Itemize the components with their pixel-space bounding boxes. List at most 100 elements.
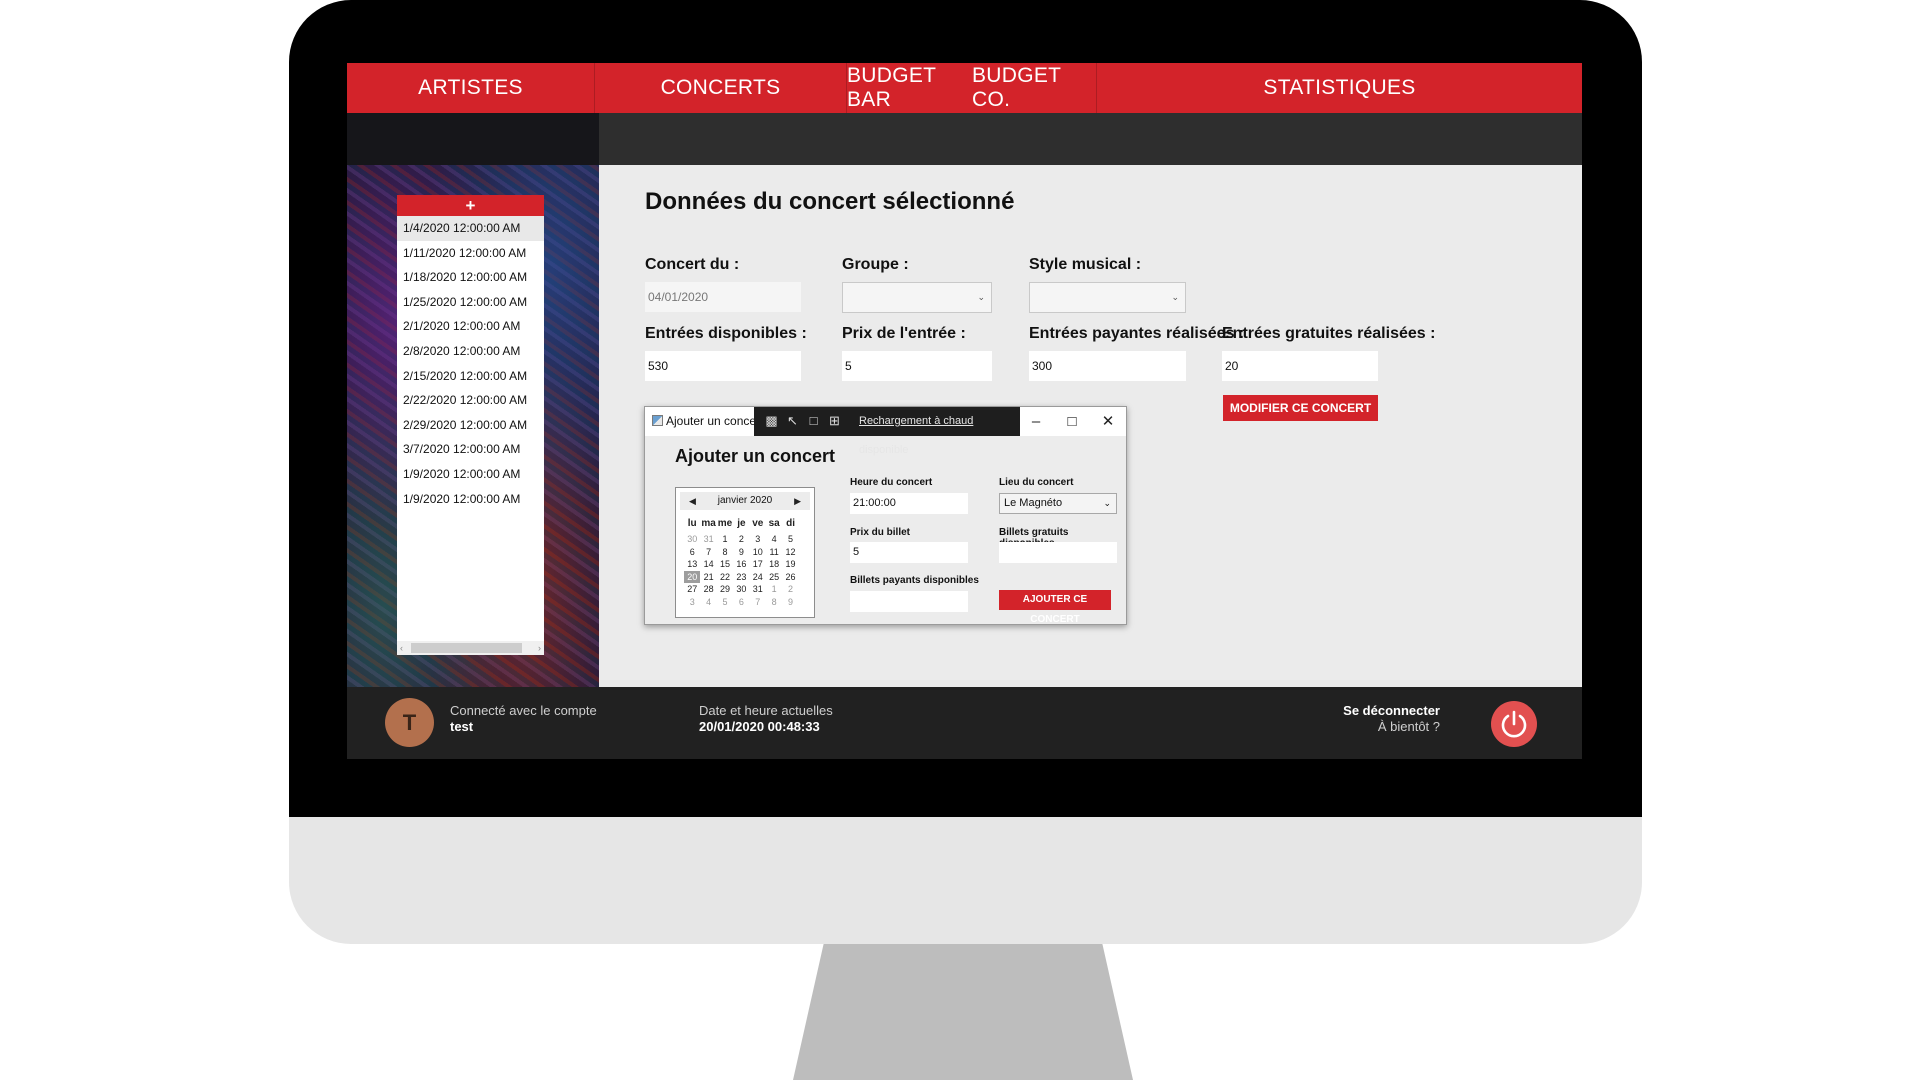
calendar-day[interactable]: 12: [782, 546, 798, 559]
calendar-day[interactable]: 11: [766, 546, 782, 559]
logout-button[interactable]: [1491, 701, 1537, 747]
nav-budget-bar[interactable]: BUDGET BAR: [847, 63, 972, 113]
ajouter-concert-button[interactable]: AJOUTER CE CONCERT: [999, 590, 1111, 625]
nav-statistiques[interactable]: STATISTIQUES: [1097, 63, 1582, 113]
track-focus-icon[interactable]: ⊞: [827, 413, 842, 428]
nav-artistes[interactable]: ARTISTES: [347, 63, 595, 113]
chevron-down-icon: ⌄: [1171, 292, 1179, 302]
lieu-concert-select[interactable]: Le Magnéto ⌄: [999, 493, 1117, 514]
calendar-day[interactable]: 5: [782, 533, 798, 546]
heure-concert-field[interactable]: 21:00:00: [850, 493, 968, 514]
list-item[interactable]: 1/18/2020 12:00:00 AM: [397, 265, 544, 290]
list-item[interactable]: 2/1/2020 12:00:00 AM: [397, 314, 544, 339]
calendar-day[interactable]: 25: [766, 571, 782, 584]
calendar-day[interactable]: 2: [782, 583, 798, 596]
calendar-day[interactable]: 6: [684, 546, 700, 559]
modifier-concert-button[interactable]: MODIFIER CE CONCERT: [1223, 395, 1378, 421]
calendar-day[interactable]: 24: [750, 571, 766, 584]
list-item[interactable]: 1/4/2020 12:00:00 AM: [397, 216, 544, 241]
calendar-day[interactable]: 9: [782, 596, 798, 609]
entrees-payantes-field[interactable]: 300: [1029, 351, 1186, 381]
groupe-select[interactable]: ⌄: [842, 282, 992, 313]
style-musical-select[interactable]: ⌄: [1029, 282, 1186, 313]
close-icon[interactable]: ✕: [1090, 407, 1126, 436]
calendar-day[interactable]: 1: [717, 533, 733, 546]
live-visual-tree-icon[interactable]: ▩: [764, 413, 779, 428]
entrees-disponibles-label: Entrées disponibles :: [645, 325, 807, 342]
calendar-day[interactable]: 8: [717, 546, 733, 559]
calendar-day[interactable]: 14: [700, 558, 716, 571]
calendar-day[interactable]: 27: [684, 583, 700, 596]
billets-gratuits-field[interactable]: [999, 542, 1117, 563]
calendar-day[interactable]: 2: [733, 533, 749, 546]
hot-reload-suffix: disponible: [859, 444, 909, 456]
list-item[interactable]: 1/25/2020 12:00:00 AM: [397, 290, 544, 315]
list-item[interactable]: 2/8/2020 12:00:00 AM: [397, 339, 544, 364]
list-item[interactable]: 2/22/2020 12:00:00 AM: [397, 388, 544, 413]
dialog-titlebar[interactable]: Ajouter un concert ▩ ↖ □ ⊞ Rechargement …: [645, 407, 1126, 456]
entrees-disponibles-field[interactable]: 530: [645, 351, 801, 381]
next-month-icon[interactable]: ▶: [794, 492, 801, 510]
list-item[interactable]: 1/11/2020 12:00:00 AM: [397, 241, 544, 266]
calendar-day[interactable]: 31: [700, 533, 716, 546]
nav-budget-co[interactable]: BUDGET CO.: [972, 63, 1097, 113]
logout-label[interactable]: Se déconnecter: [1328, 703, 1440, 718]
calendar-day-selected[interactable]: 20: [684, 570, 701, 583]
calendar-day[interactable]: 4: [766, 533, 782, 546]
calendar-day[interactable]: 3: [684, 596, 700, 609]
hot-reload-link[interactable]: Rechargement à chaud: [859, 415, 973, 427]
list-item[interactable]: 3/7/2020 12:00:00 AM: [397, 437, 544, 462]
calendar-day[interactable]: 4: [700, 596, 716, 609]
calendar-day[interactable]: 18: [766, 558, 782, 571]
scroll-left-icon[interactable]: ‹: [400, 641, 403, 655]
nav-concerts[interactable]: CONCERTS: [595, 63, 847, 113]
horizontal-scrollbar[interactable]: ‹ ›: [397, 641, 544, 655]
lieu-concert-value: Le Magnéto: [1004, 497, 1063, 509]
list-item[interactable]: 2/29/2020 12:00:00 AM: [397, 413, 544, 438]
display-adorners-icon[interactable]: □: [806, 413, 821, 428]
calendar-day[interactable]: 9: [733, 546, 749, 559]
calendar-day[interactable]: 28: [700, 583, 716, 596]
calendar-day[interactable]: 6: [733, 596, 749, 609]
maximize-icon[interactable]: □: [1054, 407, 1090, 436]
scroll-right-icon[interactable]: ›: [538, 641, 541, 655]
list-item[interactable]: 2/15/2020 12:00:00 AM: [397, 364, 544, 389]
entrees-gratuites-field[interactable]: 20: [1222, 351, 1378, 381]
add-concert-dialog: Ajouter un concert ▩ ↖ □ ⊞ Rechargement …: [644, 406, 1127, 625]
calendar-day[interactable]: 19: [782, 558, 798, 571]
calendar-day[interactable]: 26: [782, 571, 798, 584]
calendar-day[interactable]: 30: [733, 583, 749, 596]
calendar-day[interactable]: 1: [766, 583, 782, 596]
concert-date-field[interactable]: 04/01/2020: [645, 282, 801, 312]
calendar-day[interactable]: 21: [700, 571, 716, 584]
calendar-day[interactable]: 31: [750, 583, 766, 596]
calendar-day[interactable]: 5: [717, 596, 733, 609]
scroll-thumb[interactable]: [411, 643, 522, 653]
calendar-day[interactable]: 22: [717, 571, 733, 584]
minimize-icon[interactable]: –: [1018, 407, 1054, 436]
prix-entree-field[interactable]: 5: [842, 351, 992, 381]
calendar-day[interactable]: 10: [750, 546, 766, 559]
prix-billet-field[interactable]: 5: [850, 542, 968, 563]
calendar-day[interactable]: 30: [684, 533, 700, 546]
previous-month-icon[interactable]: ◀: [689, 492, 696, 510]
datetime-label: Date et heure actuelles: [699, 703, 833, 718]
calendar-day[interactable]: 17: [750, 558, 766, 571]
calendar-day[interactable]: 29: [717, 583, 733, 596]
calendar-day[interactable]: 13: [684, 558, 700, 571]
calendar-month-label[interactable]: janvier 2020: [718, 495, 772, 506]
calendar-day[interactable]: 7: [700, 546, 716, 559]
list-item[interactable]: 1/9/2020 12:00:00 AM: [397, 462, 544, 487]
calendar-weekday: me: [717, 518, 733, 529]
calendar-day[interactable]: 7: [750, 596, 766, 609]
calendar-day[interactable]: 8: [766, 596, 782, 609]
select-element-icon[interactable]: ↖: [785, 413, 800, 428]
add-concert-button[interactable]: +: [397, 195, 544, 216]
calendar-day[interactable]: 16: [733, 558, 749, 571]
calendar-day[interactable]: 23: [733, 571, 749, 584]
calendar-day[interactable]: 3: [750, 533, 766, 546]
calendar-day[interactable]: 15: [717, 558, 733, 571]
calendar-header: janvier 2020: [680, 492, 810, 510]
list-item[interactable]: 1/9/2020 12:00:00 AM: [397, 487, 544, 512]
billets-payants-field[interactable]: [850, 591, 968, 612]
